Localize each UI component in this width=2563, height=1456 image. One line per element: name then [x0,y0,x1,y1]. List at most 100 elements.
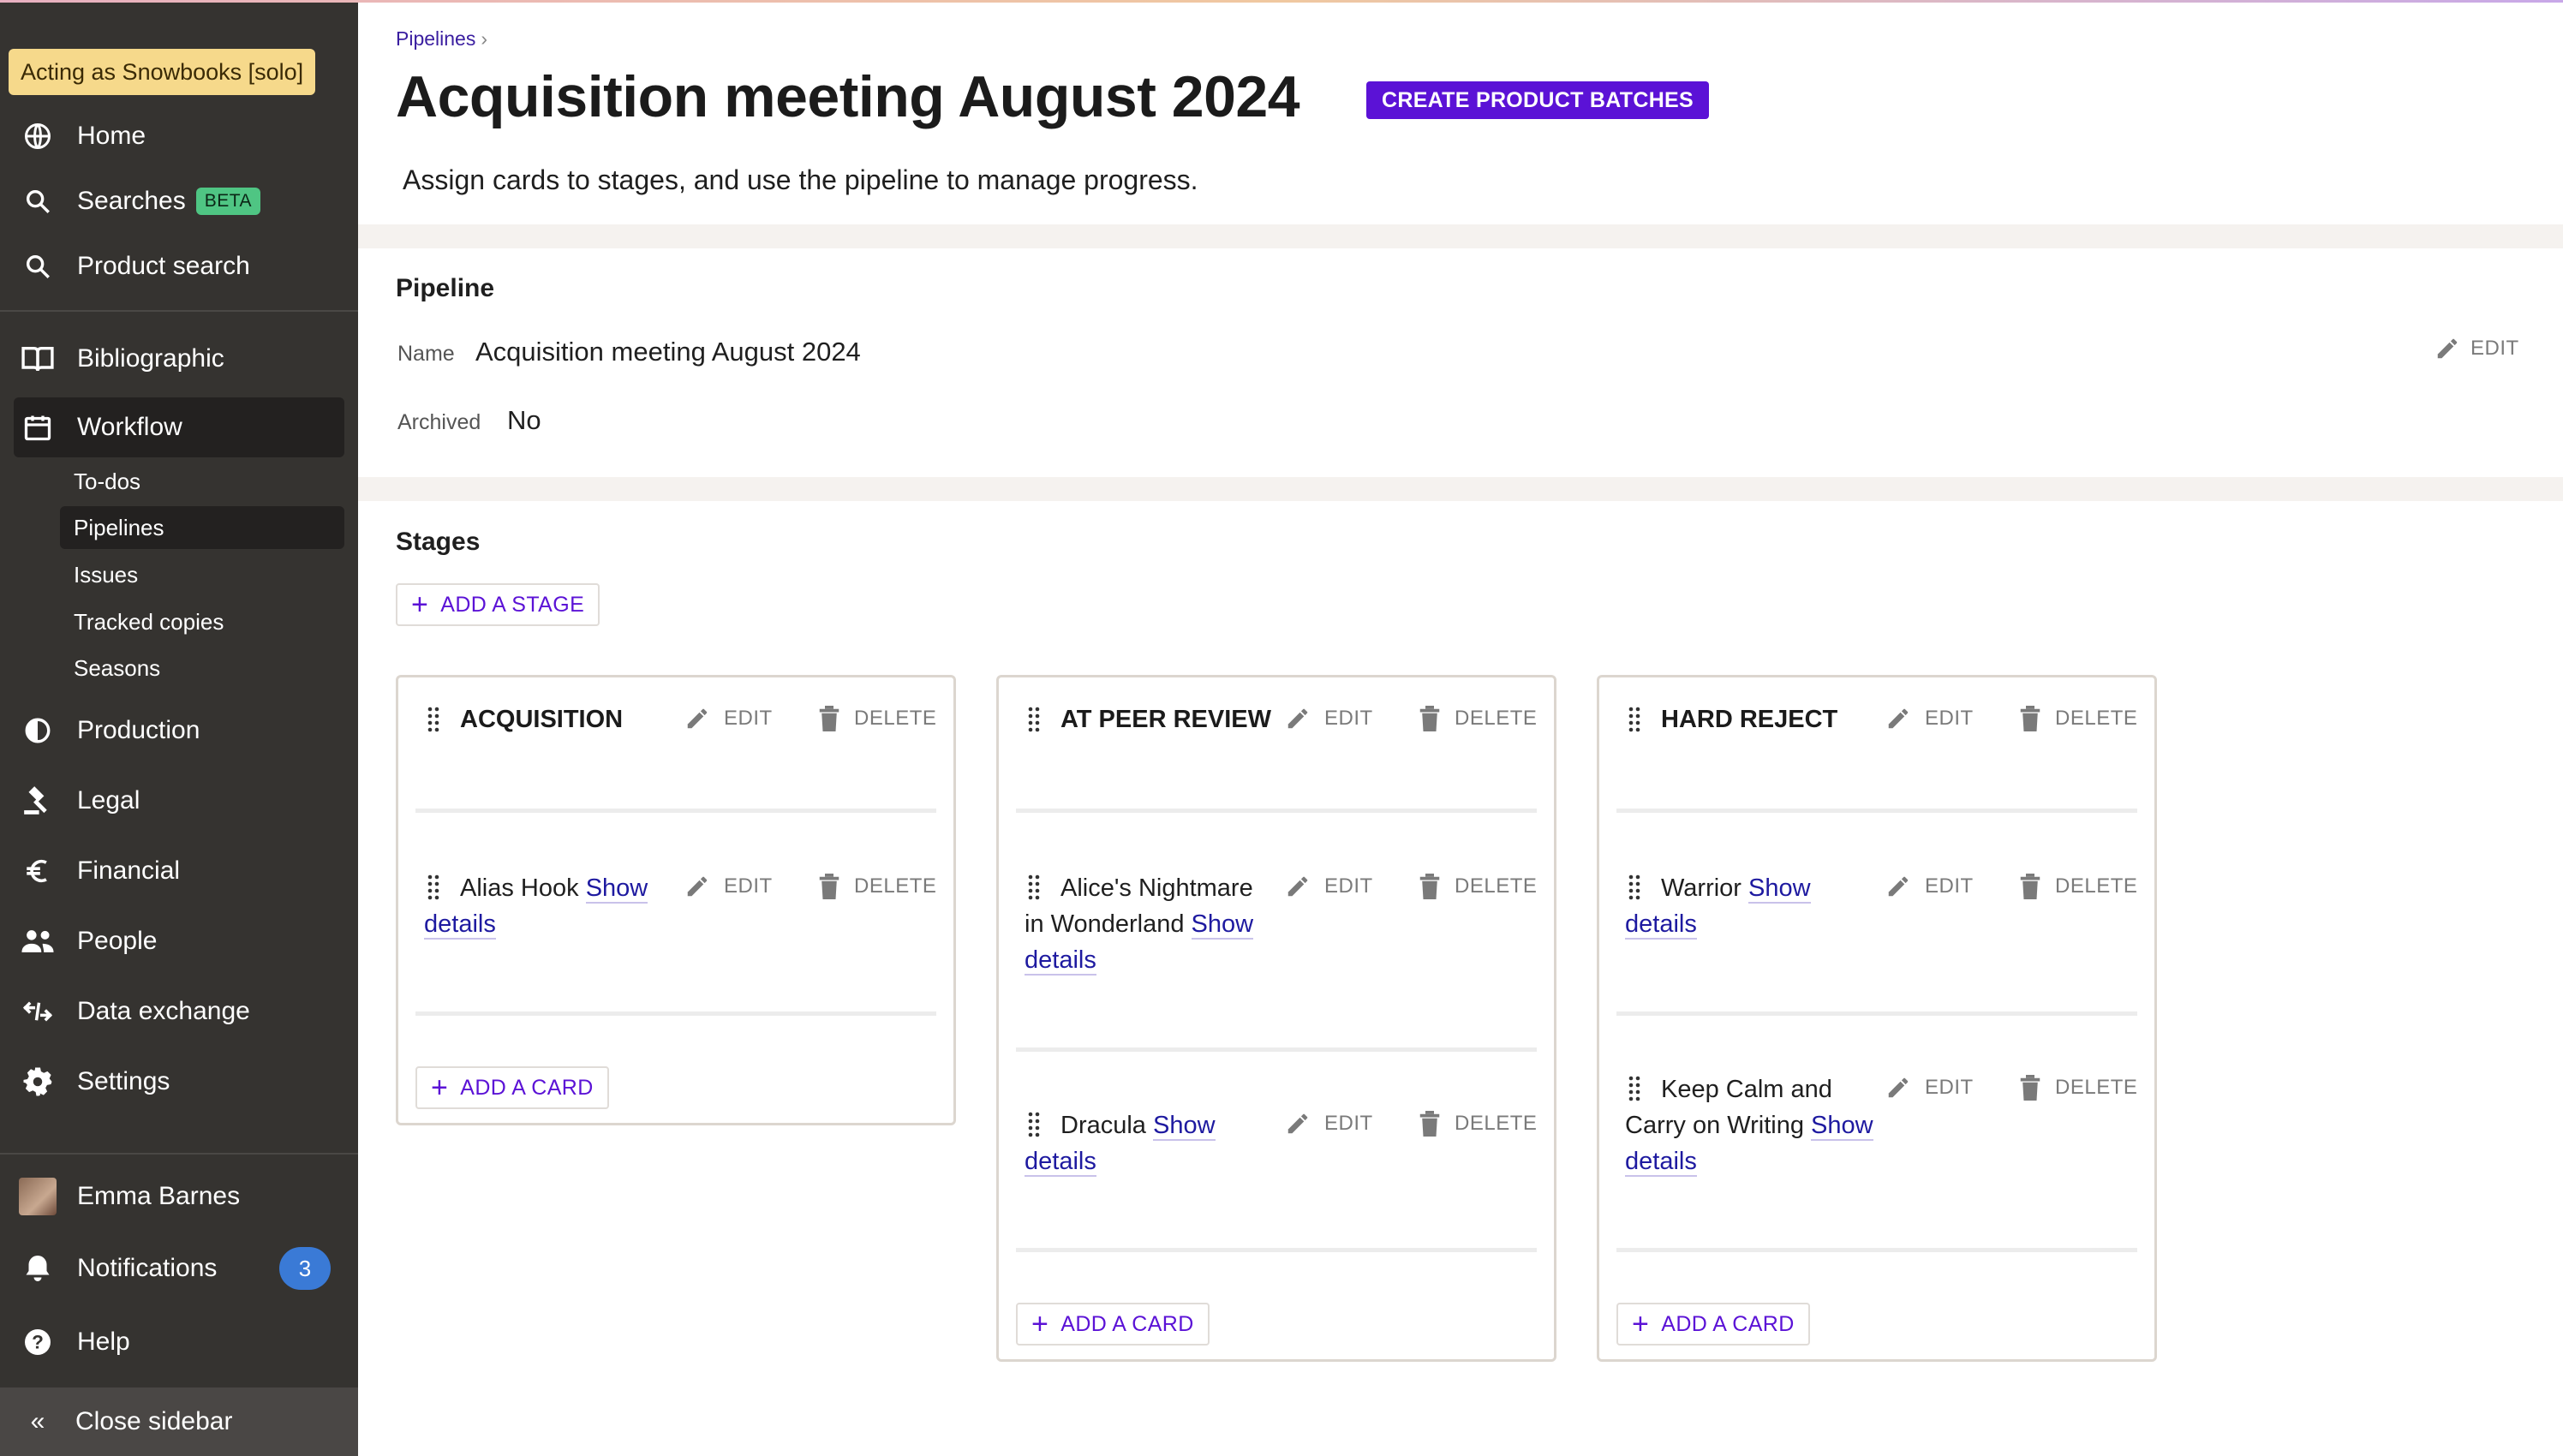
stage-header: AT PEER REVIEW EDIT DELETE [1016,706,1537,740]
sidebar-item-production[interactable]: Production [14,701,344,761]
sidebar-item-home[interactable]: Home [14,106,344,166]
stage-name: HARD REJECT [1661,706,1838,733]
edit-label: EDIT [1925,1076,1974,1099]
edit-label: EDIT [1925,707,1974,730]
sidebar-item-searches[interactable]: Searches BETA [14,171,344,231]
sidebar-subitem-label: Seasons [74,654,161,681]
sidebar-item-workflow[interactable]: Workflow [14,397,344,457]
sidebar-item-help[interactable]: ? Help [14,1312,344,1372]
edit-card-button[interactable]: EDIT [1285,874,1373,899]
card-text: Alice's Nightmare in Wonderland Show det… [1025,870,1273,978]
divider [1016,1047,1537,1052]
sidebar-item-financial[interactable]: Financial [14,841,344,901]
sidebar-item-legal[interactable]: Legal [14,771,344,831]
drag-handle-icon[interactable] [1028,706,1040,737]
edit-card-button[interactable]: EDIT [684,874,773,899]
add-stage-button[interactable]: + ADD A STAGE [396,583,600,626]
sidebar-subitem-todos[interactable]: To-dos [60,460,344,503]
name-value: Acquisition meeting August 2024 [475,337,861,367]
sidebar-item-notifications[interactable]: Notifications 3 [14,1238,344,1298]
pencil-icon [687,876,708,897]
edit-card-button[interactable]: EDIT [1285,1111,1373,1137]
add-card-button[interactable]: + ADD A CARD [1616,1303,1810,1346]
sidebar-subitem-seasons[interactable]: Seasons [60,647,344,689]
edit-stage-button[interactable]: EDIT [1885,706,1974,731]
edit-label: EDIT [1324,707,1373,730]
sidebar-divider [0,310,358,312]
delete-stage-button[interactable]: DELETE [818,706,936,731]
stage-header: HARD REJECT EDIT DELETE [1616,706,2137,740]
sidebar-user[interactable]: Emma Barnes [14,1167,344,1226]
delete-card-button[interactable]: DELETE [1419,874,1537,899]
acting-as-badge[interactable]: Acting as Snowbooks [solo] [9,49,316,95]
drag-handle-icon[interactable] [1628,706,1640,737]
beta-badge: BETA [195,188,261,215]
add-stage-label: ADD A STAGE [440,592,585,617]
card-text: Alias Hook Show details [424,870,672,942]
pencil-icon [1888,1077,1909,1098]
delete-label: DELETE [1455,1112,1538,1135]
sidebar-item-people[interactable]: People [14,911,344,971]
sidebar-divider [0,1153,358,1155]
delete-card-button[interactable]: DELETE [818,874,936,899]
sidebar-item-label: Settings [77,1067,170,1095]
book-icon [17,338,58,379]
plus-icon: + [1031,1308,1049,1340]
sidebar-item-bibliographic[interactable]: Bibliographic [14,329,344,389]
pencil-icon [1287,876,1308,897]
pencil-icon [1888,876,1909,897]
trash-icon [2020,1075,2040,1101]
card-title: Dracula [1060,1112,1146,1139]
edit-label: EDIT [724,874,773,898]
stage-name: AT PEER REVIEW [1060,706,1271,733]
divider [1616,1011,2137,1016]
trash-icon [2020,874,2040,899]
double-chevron-left-icon: « [30,1407,45,1435]
avatar [17,1176,58,1217]
page-description: Assign cards to stages, and use the pipe… [403,164,1198,195]
sidebar-item-product-search[interactable]: Product search [14,236,344,296]
divider [1016,809,1537,813]
divider [1616,1248,2137,1252]
edit-card-button[interactable]: EDIT [1885,1075,1974,1101]
sidebar-subitem-tracked-copies[interactable]: Tracked copies [60,600,344,643]
edit-label: EDIT [2470,337,2519,360]
trash-icon [819,874,839,899]
archived-label: Archived [397,410,481,434]
edit-pipeline-button[interactable]: EDIT [2435,336,2519,361]
sidebar-subitem-pipelines[interactable]: Pipelines [60,506,344,549]
delete-card-button[interactable]: DELETE [2019,874,2137,899]
sidebar-item-label: Production [77,716,200,744]
delete-stage-button[interactable]: DELETE [1419,706,1537,731]
sidebar-item-data-exchange[interactable]: Data exchange [14,982,344,1041]
pencil-icon [2435,336,2470,361]
close-sidebar-button[interactable]: « Close sidebar [0,1387,358,1456]
breadcrumb-pipelines-link[interactable]: Pipelines [396,27,475,50]
delete-stage-button[interactable]: DELETE [2019,706,2137,731]
trash-icon [1419,874,1440,899]
edit-stage-button[interactable]: EDIT [684,706,773,731]
create-product-batches-button[interactable]: CREATE PRODUCT BATCHES [1366,81,1710,119]
add-card-label: ADD A CARD [1060,1311,1194,1336]
drag-handle-icon[interactable] [427,706,439,737]
calendar-icon [17,407,58,448]
sidebar: Acting as Snowbooks [solo] Home Searches… [0,0,358,1456]
add-card-button[interactable]: + ADD A CARD [415,1066,609,1109]
card-title: Keep Calm and Carry on Writing [1625,1076,1832,1139]
search-icon [17,246,58,287]
trash-icon [819,706,839,731]
card-title: Alias Hook [460,874,579,902]
archived-value: No [507,405,541,435]
delete-label: DELETE [1455,874,1538,898]
delete-card-button[interactable]: DELETE [1419,1111,1537,1137]
delete-card-button[interactable]: DELETE [2019,1075,2137,1101]
edit-card-button[interactable]: EDIT [1885,874,1974,899]
sidebar-item-settings[interactable]: Settings [14,1052,344,1112]
edit-label: EDIT [1324,874,1373,898]
edit-stage-button[interactable]: EDIT [1285,706,1373,731]
people-icon [17,921,58,962]
add-card-button[interactable]: + ADD A CARD [1016,1303,1210,1346]
divider [415,809,936,813]
sidebar-item-label: Notifications [77,1254,218,1282]
sidebar-subitem-issues[interactable]: Issues [60,553,344,596]
